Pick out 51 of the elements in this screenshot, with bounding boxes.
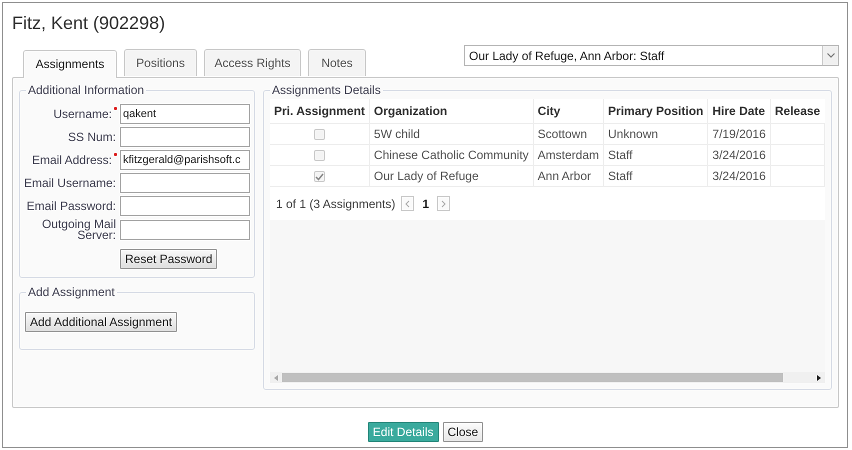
pager-summary: 1 of 1 (3 Assignments) <box>276 196 396 210</box>
tab[interactable]: Access Rights <box>204 49 301 76</box>
column-header: Release <box>770 99 824 124</box>
table-cell: 3/24/2016 <box>708 144 770 166</box>
add-assignment-button[interactable]: Add Additional Assignment <box>25 312 178 332</box>
column-header: Organization <box>369 99 534 124</box>
input-field[interactable] <box>120 196 250 216</box>
field-label: Email Username: <box>22 178 116 188</box>
next-page-button[interactable] <box>437 196 450 211</box>
table-cell: Scottown <box>533 124 604 144</box>
column-header: Primary Position <box>604 99 708 124</box>
table-cell: Unknown <box>604 124 708 144</box>
previous-page-button[interactable] <box>401 196 414 211</box>
column-header: City <box>533 99 604 124</box>
table-cell: 7/19/2016 <box>708 124 770 144</box>
input-field[interactable]: qakent <box>120 104 250 124</box>
column-header: Pri. Assignment <box>270 99 370 124</box>
input-field[interactable] <box>120 220 250 240</box>
scroll-right-icon[interactable] <box>817 374 821 380</box>
input-field[interactable]: kfitzgerald@parishsoft.c <box>120 150 250 170</box>
field-label: Email Address: <box>20 154 116 166</box>
window-title: Fitz, Kent (902298) <box>12 12 166 35</box>
field-label: Outgoing Mail Server: <box>40 219 116 241</box>
input-field[interactable] <box>120 127 250 147</box>
field-label: SS Num: <box>66 132 116 142</box>
fieldset-legend: Add Assignment <box>26 285 117 299</box>
column-header: Hire Date <box>708 99 770 124</box>
caret-icon <box>826 53 834 58</box>
chevron-right-icon <box>441 200 446 208</box>
field-label: Username: <box>20 108 116 120</box>
tab[interactable]: Positions <box>124 49 197 76</box>
checkbox[interactable] <box>314 129 325 140</box>
checkbox[interactable] <box>314 150 325 162</box>
table-cell: 5W child <box>369 124 534 144</box>
checkbox[interactable] <box>314 171 325 182</box>
scroll-left-icon[interactable] <box>274 374 278 380</box>
reset-password-button[interactable]: Reset Password <box>120 249 218 269</box>
field-label: Email Password: <box>26 200 116 212</box>
fieldset-legend: Assignments Details <box>270 83 383 97</box>
fieldset-legend: Additional Information <box>26 83 146 97</box>
table-cell: Staff <box>604 144 708 166</box>
horizontal-scrollbar[interactable] <box>270 372 825 383</box>
table-cell: Chinese Catholic Community <box>369 144 534 166</box>
chevron-left-icon <box>405 200 410 208</box>
action-button[interactable]: Close <box>442 422 484 442</box>
page-number[interactable]: 1 <box>420 196 432 210</box>
assignment-dropdown[interactable]: Our Lady of Refuge, Ann Arbor: Staff <box>464 45 839 66</box>
tab[interactable]: Notes <box>308 49 366 76</box>
table-cell: Amsterdam <box>533 144 604 166</box>
input-field[interactable] <box>120 173 250 193</box>
tab[interactable]: Assignments <box>23 50 117 78</box>
